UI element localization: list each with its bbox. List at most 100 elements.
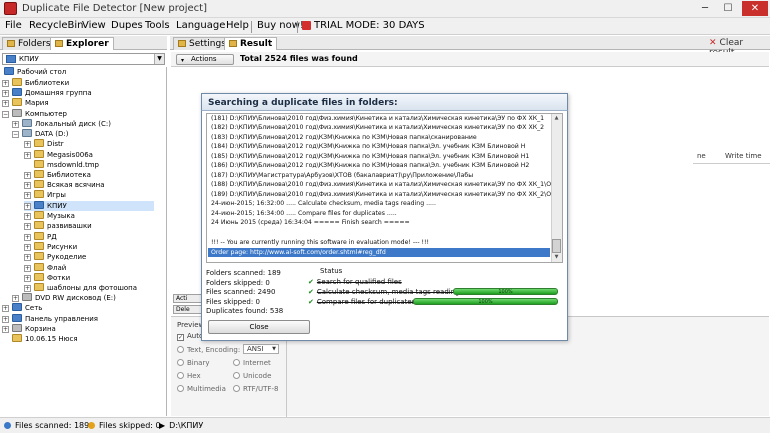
tree-item[interactable]: + Мария [2,98,49,108]
tree-item[interactable]: + Сеть [2,303,42,313]
rtf-utf8-radio[interactable]: RTF/UTF-8 [233,385,278,393]
expand-icon[interactable]: + [24,275,31,282]
search-log[interactable]: (181) D:\КПИУ\Блинова\2010 год\Физ.химия… [206,113,563,263]
minimize-button[interactable]: ─ [694,1,716,16]
expand-icon[interactable]: + [12,295,19,302]
log-line: 24-июн-2015; 16:32:00 ..... Calculate ch… [211,200,436,207]
expand-icon[interactable]: + [24,192,31,199]
expand-icon[interactable]: + [24,182,31,189]
folder-icon [34,263,44,271]
folder-icon [34,170,44,178]
close-dialog-button[interactable]: Close [208,320,310,334]
expand-icon[interactable]: + [2,305,9,312]
menu-language[interactable]: Language [176,20,225,31]
unicode-radio[interactable]: Unicode [233,372,271,380]
text-encoding-radio[interactable]: Text, Encoding: [177,346,240,354]
order-page-link[interactable]: Order page: http://www.al-soft.com/order… [208,248,550,257]
menu-recyclebin[interactable]: RecycleBin [29,20,83,31]
expand-icon[interactable]: + [24,172,31,179]
expand-icon[interactable]: + [2,90,9,97]
expand-icon[interactable]: + [2,80,9,87]
tree-item[interactable]: + Всякая всячина [24,180,105,190]
tab-explorer[interactable]: Explorer [50,37,114,50]
tree-item-label: Музыка [47,212,75,220]
tree-item[interactable]: + Корзина [2,324,56,334]
menu-help[interactable]: Help [226,20,249,31]
expand-icon[interactable]: + [12,121,19,128]
binary-radio[interactable]: Binary [177,359,210,367]
menu-view[interactable]: View [82,20,106,31]
status-files-scanned-label: Files scanned: 189 [15,421,90,430]
scroll-up-icon[interactable]: ▲ [552,114,561,122]
tree-item[interactable]: + Библиотеки [2,78,69,88]
folder-icon [34,180,44,188]
folder-icon [34,150,44,158]
tree-item[interactable]: + шаблоны для фотошопа [24,283,137,293]
tree-item[interactable]: + Локальный диск (C:) [12,119,111,129]
tree-item[interactable]: + РД [24,232,57,242]
tree-item[interactable]: + развивашки [24,221,92,231]
tree-item[interactable]: + DVD RW дисковод (E:) [12,293,116,303]
tab-result[interactable]: Result [224,37,278,50]
tree-item[interactable]: + Distr [24,139,64,149]
tree-item[interactable]: + Домашняя группа [2,88,92,98]
scroll-down-icon[interactable]: ▼ [552,253,561,261]
multimedia-radio[interactable]: Multimedia [177,385,226,393]
tree-item[interactable]: + Рисунки [24,242,77,252]
tree-item[interactable]: + Флай [24,263,66,273]
tree-item[interactable]: + Музыка [24,211,75,221]
expand-icon[interactable]: + [24,223,31,230]
tree-item[interactable]: Рабочий стол [4,67,66,77]
expand-icon[interactable]: + [2,316,9,323]
tree-item[interactable]: + Панель управления [2,314,98,324]
hex-radio[interactable]: Hex [177,372,201,380]
expand-icon[interactable]: + [24,213,31,220]
tree-item-selected[interactable]: + КПИУ [24,201,154,211]
tree-item[interactable]: − DATA (D:) [12,129,68,139]
tree-item[interactable]: msdownld.tmp [34,160,99,170]
tree-item[interactable]: + Megasis006a [24,150,93,160]
tree-item-label: Флай [47,264,67,272]
expand-icon[interactable]: + [24,141,31,148]
tree-item[interactable]: 10.06.15 Нюся [12,334,78,344]
expand-icon[interactable]: + [24,203,31,210]
actions-button[interactable]: ▾ Actions [176,54,234,65]
expand-icon[interactable]: + [24,152,31,159]
menu-dupes[interactable]: Dupes [111,20,143,31]
expand-icon[interactable]: + [2,326,9,333]
folder-icon [34,139,44,147]
expand-icon[interactable]: + [24,234,31,241]
menu-tools[interactable]: Tools [145,20,170,31]
column-header-name[interactable]: ne [697,152,706,163]
tree-item[interactable]: − Компьютер [2,109,67,119]
tree-item[interactable]: + Фотки [24,273,70,283]
scroll-thumb[interactable] [552,239,561,253]
tab-folders[interactable]: Folders [2,37,56,50]
internet-radio[interactable]: Internet [233,359,271,367]
total-found-label: Total 2524 files was found [240,54,358,63]
tree-item[interactable]: + Игры [24,190,66,200]
expand-icon[interactable]: + [24,285,31,292]
expand-icon[interactable]: + [24,265,31,272]
tree-item-label: Всякая всячина [47,181,105,189]
tree-item-label: Distr [47,140,64,148]
close-window-button[interactable]: ✕ [742,1,768,16]
expand-icon[interactable]: + [24,244,31,251]
tree-item[interactable]: + Рукоделие [24,252,86,262]
column-header-write-time[interactable]: Write time [725,152,762,163]
collapse-icon[interactable]: − [2,111,9,118]
folder-tree[interactable]: Рабочий стол + Библиотеки + Домашняя групп… [0,67,167,416]
maximize-button[interactable]: ☐ [717,1,739,16]
auto-checkbox[interactable]: ✓ Auto [177,332,203,341]
chevron-down-icon[interactable]: ▼ [154,54,164,64]
tab-settings[interactable]: Settings [173,37,231,50]
collapse-icon[interactable]: − [12,131,19,138]
unicode-label: Unicode [243,372,272,380]
encoding-select[interactable]: ANSI ▼ [243,344,279,354]
drive-select[interactable]: КПИУ ▼ [2,53,165,65]
expand-icon[interactable]: + [24,254,31,261]
tree-item[interactable]: + Библиотека [24,170,91,180]
menu-file[interactable]: File [5,20,22,31]
status-item: ✔ Calculate checksum, media tags reading [308,288,460,296]
expand-icon[interactable]: + [2,100,9,107]
